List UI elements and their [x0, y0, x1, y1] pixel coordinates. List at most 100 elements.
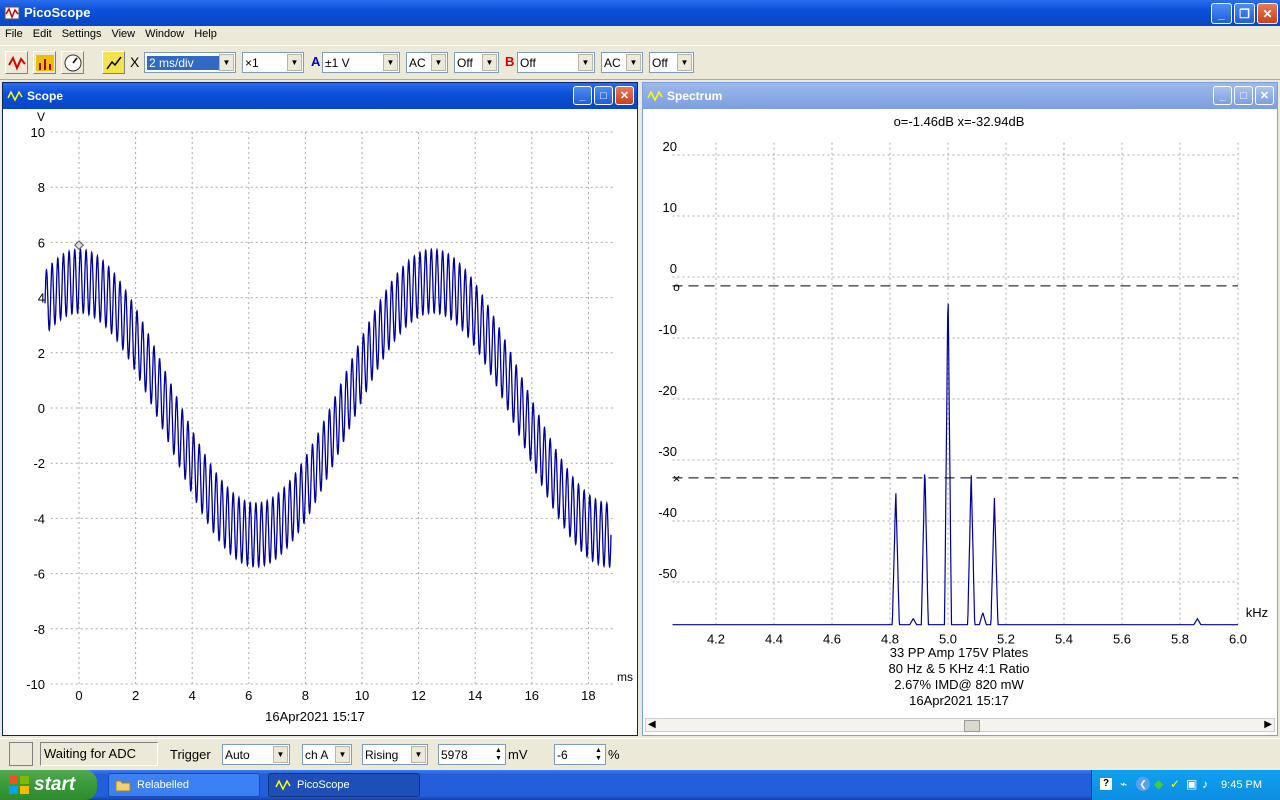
scope-mode-button[interactable]	[5, 51, 28, 74]
x-tick-label: 12	[411, 688, 425, 703]
scope-chart[interactable]: V ms 16Apr2021 15:17 0 2 4 6 8 10 12 14 16 18 10 8 6…	[3, 109, 637, 735]
trigger-channel-select[interactable]: ch A ▼	[302, 744, 352, 765]
menu-settings[interactable]: Settings	[57, 26, 107, 44]
y-tick-label: -4	[33, 511, 45, 526]
scrollbar-thumb[interactable]	[964, 720, 980, 732]
close-button[interactable]: ✕	[1257, 3, 1278, 24]
channel-b-coupling-select[interactable]: AC ▼	[601, 52, 643, 73]
display-icon[interactable]: ▣	[1186, 777, 1197, 791]
delay-unit: %	[608, 747, 620, 762]
x-tick-label: 10	[355, 688, 369, 703]
menu-file[interactable]: File	[0, 26, 28, 44]
scope-titlebar[interactable]: Scope _ □ ✕	[3, 83, 637, 109]
x-tick-label: 6.0	[1229, 632, 1247, 647]
chevron-down-icon[interactable]: ▼	[383, 54, 398, 71]
x-unit-label: ms	[617, 670, 633, 684]
spectrum-titlebar[interactable]: Spectrum _ □ ✕	[643, 83, 1277, 109]
scroll-left-icon[interactable]: ◀	[648, 719, 656, 730]
channel-a-coupling-select[interactable]: AC ▼	[406, 52, 448, 73]
y-tick-label: 0	[38, 401, 45, 416]
x-tick-label: 0	[75, 688, 82, 703]
scroll-right-icon[interactable]: ▶	[1264, 719, 1272, 730]
channel-a-option-select[interactable]: Off ▼	[454, 52, 499, 73]
picoscope-app-icon	[4, 6, 20, 20]
channel-a-label: A	[311, 54, 321, 69]
threshold-unit: mV	[508, 747, 528, 762]
x-tick-label: 5.2	[997, 632, 1015, 647]
trace-tool-button[interactable]	[102, 51, 125, 74]
menu-help[interactable]: Help	[189, 26, 222, 44]
security-shield-icon[interactable]: ◆	[1154, 777, 1163, 791]
y-tick-label: -8	[33, 622, 45, 637]
y-tick-label: 6	[38, 235, 45, 250]
status-message-box: Waiting for ADC	[40, 742, 158, 766]
y-tick-label: 10	[31, 125, 45, 140]
spectrum-mode-button[interactable]	[33, 51, 56, 74]
windows-logo-icon	[9, 776, 29, 794]
trigger-mode-select[interactable]: Auto ▼	[222, 744, 290, 765]
update-icon[interactable]: ✓	[1170, 777, 1180, 791]
channel-a-range-select[interactable]: ±1 V ▼	[322, 52, 400, 73]
start-button[interactable]: start	[0, 770, 97, 800]
app-titlebar[interactable]: PicoScope _ ❐ ✕	[0, 0, 1280, 26]
spectrum-minimize-button[interactable]: _	[1213, 86, 1232, 105]
chevron-down-icon[interactable]: ▼	[273, 746, 288, 763]
scope-maximize-button[interactable]: □	[594, 86, 613, 105]
timebase-select[interactable]: 2 ms/div ▼	[144, 52, 236, 73]
scope-title: Scope	[27, 89, 64, 103]
trigger-channel-value: ch A	[305, 747, 329, 762]
channel-b-option-select[interactable]: Off ▼	[649, 52, 694, 73]
chevron-down-icon[interactable]: ▼	[578, 54, 593, 71]
network-icon[interactable]: ⌁	[1120, 777, 1127, 791]
trigger-threshold-input[interactable]: 5978 ▲ ▼	[438, 744, 506, 765]
run-stop-button[interactable]	[9, 742, 33, 766]
channel-a-coupling-value: AC	[409, 55, 426, 70]
scope-minimize-button[interactable]: _	[573, 86, 592, 105]
trigger-edge-select[interactable]: Rising ▼	[362, 744, 428, 765]
stepper-icon[interactable]: ▲ ▼	[495, 747, 505, 763]
spectrum-chart[interactable]: o=-1.46dB x=-32.94dB kHz 33 PP Amp 175V …	[643, 109, 1277, 717]
y-tick-label: -6	[33, 567, 45, 582]
status-bar: Waiting for ADC Trigger Auto ▼ ch A ▼ Risi…	[0, 738, 1280, 771]
spectrum-close-button[interactable]: ✕	[1255, 86, 1274, 105]
help-icon[interactable]: ?	[1100, 778, 1112, 790]
task-picoscope[interactable]: PicoScope	[268, 773, 420, 797]
stepper-icon[interactable]: ▲ ▼	[595, 747, 605, 763]
trigger-delay-input[interactable]: -6 ▲ ▼	[554, 744, 606, 765]
chevron-down-icon[interactable]: ▼	[482, 54, 497, 71]
chevron-down-icon[interactable]: ▼	[411, 746, 426, 763]
chevron-down-icon[interactable]: ▼	[431, 54, 446, 71]
multiplier-select[interactable]: ×1 ▼	[242, 52, 304, 73]
spectrum-bars-icon	[35, 54, 54, 71]
chevron-down-icon[interactable]: ▼	[219, 54, 234, 71]
spectrum-trace	[672, 303, 1238, 626]
tray-expand-icon[interactable]: ❮	[1136, 777, 1150, 791]
y-tick-label: 20	[663, 139, 677, 154]
task-relabelled[interactable]: Relabelled	[108, 773, 260, 797]
x-axis-label: X	[130, 54, 140, 70]
scope-close-button[interactable]: ✕	[615, 86, 634, 105]
restore-button[interactable]: ❐	[1234, 3, 1255, 24]
chevron-down-icon[interactable]: ▼	[626, 54, 641, 71]
channel-b-option-value: Off	[652, 55, 668, 70]
channel-b-range-select[interactable]: Off ▼	[517, 52, 595, 73]
meter-mode-button[interactable]	[61, 51, 84, 74]
volume-icon[interactable]: ♪	[1202, 777, 1208, 791]
menu-edit[interactable]: Edit	[28, 26, 57, 44]
channel-a-option-value: Off	[457, 55, 473, 70]
minimize-button[interactable]: _	[1211, 3, 1232, 24]
app-title: PicoScope	[24, 5, 91, 20]
chevron-down-icon[interactable]: ▼	[677, 54, 692, 71]
x-tick-label: 6	[245, 688, 252, 703]
horizontal-scrollbar[interactable]: ◀ ▶	[645, 718, 1275, 732]
scope-waveform-icon	[7, 55, 26, 71]
menu-view[interactable]: View	[106, 26, 140, 44]
menu-window[interactable]: Window	[140, 26, 189, 44]
y-tick-label: 10	[663, 200, 677, 215]
y-tick-label: -10	[658, 322, 677, 337]
spectrum-maximize-button[interactable]: □	[1234, 86, 1253, 105]
x-tick-label: 4.8	[881, 632, 899, 647]
delay-value: -6	[557, 747, 568, 762]
chevron-down-icon[interactable]: ▼	[335, 746, 350, 763]
chevron-down-icon[interactable]: ▼	[287, 54, 302, 71]
